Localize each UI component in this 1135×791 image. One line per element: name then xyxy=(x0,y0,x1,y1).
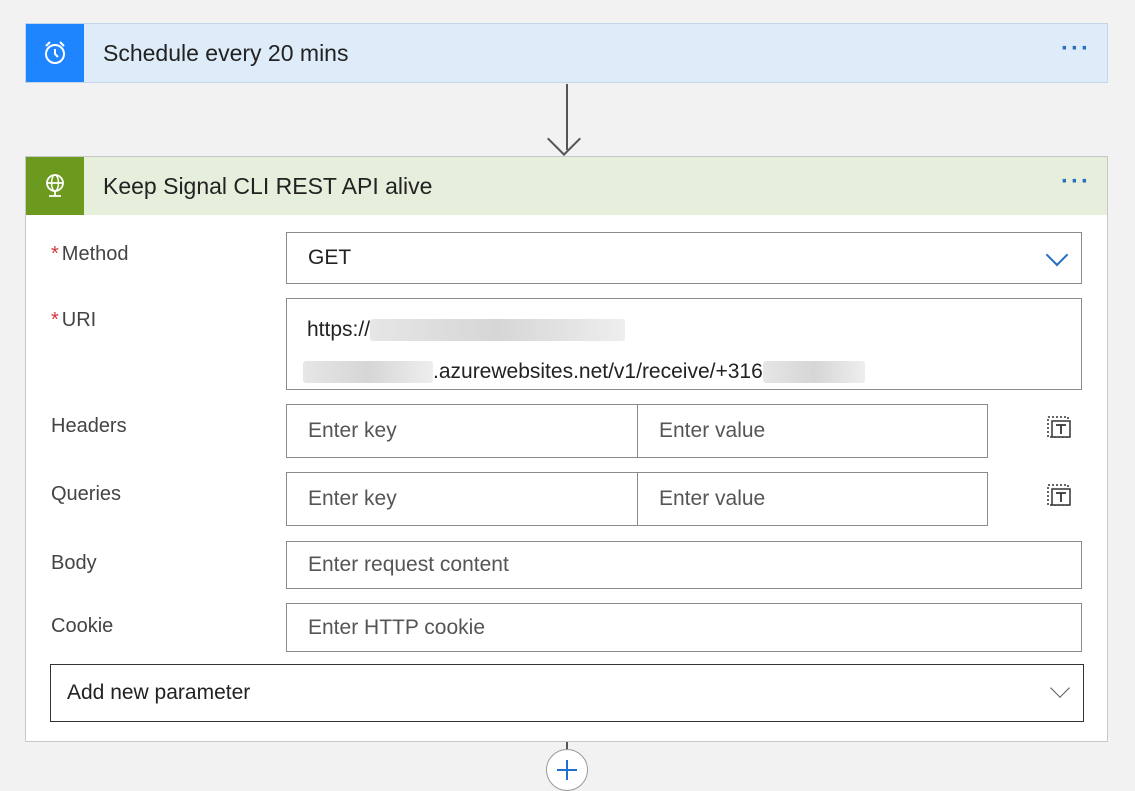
trigger-more-button[interactable]: ··· xyxy=(1061,35,1091,63)
delete-queries-icon[interactable] xyxy=(1046,481,1072,507)
trigger-title: Schedule every 20 mins xyxy=(103,40,349,66)
redacted-text xyxy=(370,319,626,342)
uri-label: * URI xyxy=(51,309,97,331)
chevron-down-icon xyxy=(1045,243,1069,267)
uri-host: .azurewebsites.net/v1/receive/+316 xyxy=(433,360,763,383)
schedule-trigger-card[interactable]: Schedule every 20 mins ··· xyxy=(25,23,1108,83)
body-input[interactable]: Enter request content xyxy=(286,541,1082,589)
method-label: * Method xyxy=(51,243,129,265)
queries-value-input[interactable]: Enter value xyxy=(637,472,988,526)
globe-icon xyxy=(26,157,84,215)
method-value: GET xyxy=(308,246,352,269)
alarm-clock-icon xyxy=(26,24,84,82)
cookie-input[interactable]: Enter HTTP cookie xyxy=(286,603,1082,652)
add-new-parameter-dropdown[interactable]: Add new parameter xyxy=(50,664,1084,722)
action-title: Keep Signal CLI REST API alive xyxy=(103,173,433,199)
method-select[interactable]: GET xyxy=(286,232,1082,284)
headers-key-input[interactable]: Enter key xyxy=(286,404,638,458)
add-step-button[interactable] xyxy=(546,749,588,791)
delete-headers-icon[interactable] xyxy=(1046,413,1072,439)
action-header[interactable]: Keep Signal CLI REST API alive ··· xyxy=(26,157,1107,215)
action-more-button[interactable]: ··· xyxy=(1061,168,1091,196)
queries-label: Queries xyxy=(51,483,122,505)
chevron-down-icon xyxy=(1050,678,1070,698)
cookie-label: Cookie xyxy=(51,615,114,637)
body-label: Body xyxy=(51,552,97,574)
headers-label: Headers xyxy=(51,415,127,437)
http-action-card: Keep Signal CLI REST API alive ··· * Meth… xyxy=(25,156,1108,742)
required-mark: * xyxy=(51,309,59,331)
required-mark: * xyxy=(51,243,59,265)
uri-input[interactable]: https:// .azurewebsites.net/v1/receive/+… xyxy=(286,298,1082,390)
flow-arrow-icon xyxy=(547,122,581,156)
redacted-text xyxy=(303,361,433,384)
headers-value-input[interactable]: Enter value xyxy=(637,404,988,458)
redacted-text xyxy=(762,361,865,384)
uri-prefix: https:// xyxy=(307,318,371,341)
queries-key-input[interactable]: Enter key xyxy=(286,472,638,526)
